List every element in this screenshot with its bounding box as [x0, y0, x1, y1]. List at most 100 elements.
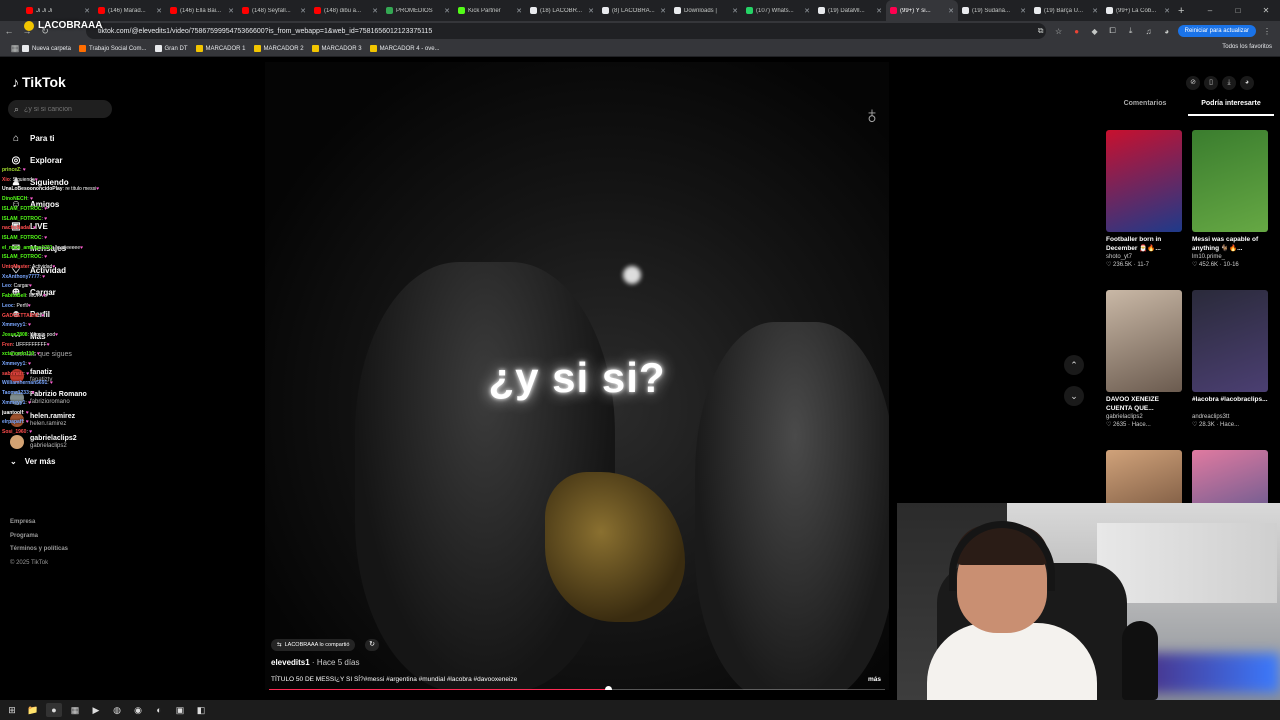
bookmark-item[interactable]: MARCADOR 1 [195, 45, 246, 52]
minimize-button[interactable]: – [1196, 6, 1224, 15]
browser-tab[interactable]: (148) Seyfall... ✕ [238, 0, 310, 21]
next-video-button[interactable]: ⌄ [1064, 386, 1084, 406]
tab-close-icon[interactable]: ✕ [372, 7, 378, 15]
tab-close-icon[interactable]: ✕ [1164, 7, 1170, 15]
install-app-icon[interactable]: ⧉ [1034, 26, 1048, 36]
video-thumbnail[interactable] [1192, 130, 1268, 232]
media-controls-icon[interactable]: ♫ [1142, 27, 1156, 36]
tab-close-icon[interactable]: ✕ [660, 7, 666, 15]
browser-tab[interactable]: (19) Barça U... ✕ [1030, 0, 1102, 21]
taskbar-app-icon[interactable]: ▶ [88, 703, 104, 717]
recommended-video-card[interactable]: Footballer born in December 🎅🔥... shoto_y… [1106, 130, 1182, 290]
tab-comentarios[interactable]: Comentarios [1102, 100, 1188, 116]
browser-tab[interactable]: (18) LACOBR... ✕ [526, 0, 598, 21]
tab-close-icon[interactable]: ✕ [948, 7, 954, 15]
footer-link[interactable]: Empresa [10, 519, 68, 533]
tab-close-icon[interactable]: ✕ [516, 7, 522, 15]
address-bar[interactable]: tiktok.com/@elevedits1/video/75867599954… [86, 23, 1046, 39]
see-more-description[interactable]: más [868, 676, 881, 683]
taskbar-app-icon[interactable]: ◉ [130, 703, 146, 717]
browser-tab[interactable]: Kick Partner ✕ [454, 0, 526, 21]
device-icon[interactable]: ▯ [1204, 76, 1218, 90]
search-box[interactable]: ⌕ [8, 100, 112, 118]
bookmark-item[interactable]: Gran DT [154, 45, 188, 52]
browser-tab[interactable]: (8) LACOBRA... ✕ [598, 0, 670, 21]
bookmark-item[interactable]: Trabajo Social Com... [79, 45, 147, 52]
browser-tab[interactable]: Ji Ji Ji ✕ [22, 0, 94, 21]
recommended-video-card[interactable]: Messi was capable of anything 🐐🔥... lm10.… [1192, 130, 1268, 290]
search-input[interactable] [24, 105, 105, 113]
download-video-icon[interactable]: ⤓ [1222, 76, 1236, 90]
taskbar-app-icon[interactable]: ▣ [172, 703, 188, 717]
tab-close-icon[interactable]: ✕ [588, 7, 594, 15]
tab-close-icon[interactable]: ✕ [300, 7, 306, 15]
taskbar-app-icon[interactable]: ▦ [67, 703, 83, 717]
start-menu-icon[interactable]: ⊞ [4, 703, 20, 717]
browser-tab[interactable]: (107) Whats... ✕ [742, 0, 814, 21]
sidebar-item-parati[interactable]: ⌂ Para ti [10, 127, 130, 149]
recommended-video-card[interactable]: #lacobra #lacobraclips... andreaclips3tt ♡… [1192, 290, 1268, 450]
taskbar-app-icon[interactable]: ◐ [151, 703, 167, 717]
back-icon[interactable]: ← [0, 26, 18, 36]
user-avatar-icon[interactable]: ◕ [1240, 76, 1254, 90]
tab-close-icon[interactable]: ✕ [1092, 7, 1098, 15]
video-progress-knob[interactable] [604, 686, 612, 690]
all-bookmarks-link[interactable]: Todos los favoritos [1222, 44, 1272, 50]
browser-tab[interactable]: Downloads | ✕ [670, 0, 742, 21]
footer-link[interactable]: Términos y políticas [10, 546, 68, 560]
close-window-button[interactable]: ✕ [1252, 6, 1280, 15]
video-progress-bar[interactable] [269, 686, 885, 690]
previous-video-button[interactable]: ⌃ [1064, 355, 1084, 375]
bookmark-star-icon[interactable]: ☆ [1052, 27, 1066, 36]
card-user[interactable]: gabrielaclips2 [1106, 414, 1182, 420]
tab-podrainteresarte[interactable]: Podría interesarte [1188, 100, 1274, 116]
video-author[interactable]: elevedits1 · Hace 5 días [271, 658, 360, 667]
tab-close-icon[interactable]: ✕ [444, 7, 450, 15]
extensions-puzzle-icon[interactable]: ⧠ [1106, 26, 1120, 36]
repost-icon[interactable]: ↻ [365, 639, 379, 651]
browser-tab[interactable]: (99+) Y si... ✕ [886, 0, 958, 21]
tab-close-icon[interactable]: ✕ [732, 7, 738, 15]
bookmark-item[interactable]: MARCADOR 3 [311, 45, 362, 52]
browser-tab[interactable]: (146) Marad... ✕ [94, 0, 166, 21]
tab-close-icon[interactable]: ✕ [1020, 7, 1026, 15]
browser-tab[interactable]: (146) Ella Bai... ✕ [166, 0, 238, 21]
bookmark-item[interactable]: MARCADOR 2 [253, 45, 304, 52]
tab-close-icon[interactable]: ✕ [876, 7, 882, 15]
tab-close-icon[interactable]: ✕ [804, 7, 810, 15]
video-thumbnail[interactable] [1106, 130, 1182, 232]
see-more-accounts[interactable]: ⌄ Ver más [10, 453, 130, 469]
video-player[interactable]: ♁ ¿y si si? ⇆ LACOBRAAA lo compartió ↻ e… [265, 62, 889, 690]
profile-avatar-icon[interactable]: ◕ [1160, 27, 1174, 36]
tab-close-icon[interactable]: ✕ [228, 7, 234, 15]
browser-tab[interactable]: (19) Sudaná... ✕ [958, 0, 1030, 21]
card-user[interactable]: shoto_yt7 [1106, 254, 1182, 260]
update-browser-button[interactable]: Reiniciar para actualizar [1177, 25, 1256, 37]
extension-icon[interactable]: ◆ [1088, 27, 1102, 36]
browser-tab[interactable]: (99+) La Cob... ✕ [1102, 0, 1174, 21]
tab-close-icon[interactable]: ✕ [156, 7, 162, 15]
browser-tab[interactable]: PROMEDIOS ✕ [382, 0, 454, 21]
download-icon[interactable]: ⤓ [1124, 26, 1138, 36]
card-user[interactable]: lm10.prime_ [1192, 254, 1268, 260]
extension-record-icon[interactable]: ● [1070, 27, 1084, 36]
tiktok-logo[interactable]: ♪ TikTok [12, 74, 66, 90]
bookmark-item[interactable]: MARCADOR 4 - ove... [369, 45, 440, 52]
taskbar-app-icon[interactable]: 📁 [25, 703, 41, 717]
tab-close-icon[interactable]: ✕ [84, 7, 90, 15]
apps-grid-icon[interactable]: ▦ [8, 43, 22, 54]
menu-kebab-icon[interactable]: ⋮ [1260, 27, 1274, 36]
shared-by-badge[interactable]: ⇆ LACOBRAAA lo compartió [271, 639, 356, 651]
taskbar-app-icon[interactable]: ● [46, 703, 62, 717]
footer-link[interactable]: Programa [10, 533, 68, 547]
recommended-video-card[interactable]: DAVOO XENEIZE CUENTA QUE... gabrielaclips… [1106, 290, 1182, 450]
new-tab-button[interactable]: + [1178, 5, 1184, 17]
browser-tab[interactable]: (148) dibu a... ✕ [310, 0, 382, 21]
video-thumbnail[interactable] [1192, 290, 1268, 392]
taskbar-app-icon[interactable]: ◧ [193, 703, 209, 717]
card-user[interactable]: andreaclips3tt [1192, 414, 1268, 420]
maximize-button[interactable]: □ [1224, 6, 1252, 15]
browser-tab[interactable]: (19) DataMI... ✕ [814, 0, 886, 21]
video-thumbnail[interactable] [1106, 290, 1182, 392]
taskbar-app-icon[interactable]: ◍ [109, 703, 125, 717]
